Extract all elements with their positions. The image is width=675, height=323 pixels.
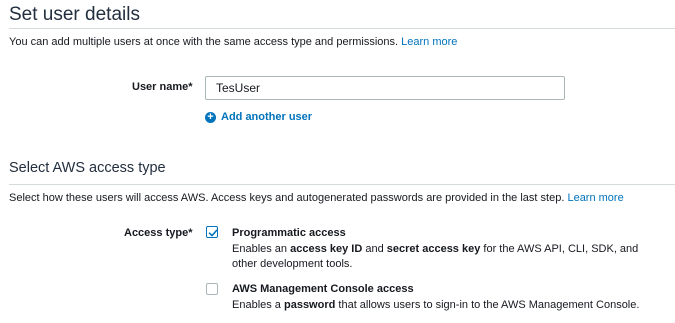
learn-more-link[interactable]: Learn more <box>567 192 623 204</box>
desc-text: that allows users to sign-in to the AWS … <box>335 299 640 311</box>
user-details-description: You can add multiple users at once with … <box>9 36 457 48</box>
desc-text: Enables a <box>232 299 284 311</box>
plus-circle-icon: + <box>205 111 216 123</box>
access-type-label: Access type* <box>124 227 193 239</box>
programmatic-access-title: Programmatic access <box>232 227 346 239</box>
add-another-user-label: Add another user <box>221 111 313 123</box>
section-title-access-type: Select AWS access type <box>9 160 166 176</box>
learn-more-link[interactable]: Learn more <box>401 36 457 48</box>
divider <box>9 184 675 185</box>
add-another-user-button[interactable]: + Add another user <box>205 111 312 123</box>
console-access-title: AWS Management Console access <box>232 283 414 295</box>
section-title-user-details: Set user details <box>9 4 140 25</box>
desc-text: Enables an <box>232 243 291 255</box>
divider <box>9 28 675 29</box>
desc-text: and <box>362 243 387 255</box>
desc-bold: access key ID <box>290 243 363 255</box>
desc-bold: secret access key <box>386 243 481 255</box>
console-access-checkbox[interactable] <box>206 283 218 295</box>
desc-bold: password <box>283 299 336 311</box>
user-name-input[interactable] <box>205 76 565 100</box>
checkmark-icon <box>208 229 218 237</box>
programmatic-access-checkbox[interactable] <box>206 226 218 238</box>
access-type-description: Select how these users will access AWS. … <box>9 192 624 204</box>
access-type-description-text: Select how these users will access AWS. … <box>9 192 565 204</box>
programmatic-access-description: Enables an access key ID and secret acce… <box>232 242 662 272</box>
user-name-label: User name* <box>132 81 193 93</box>
console-access-description: Enables a password that allows users to … <box>232 298 662 313</box>
user-details-description-text: You can add multiple users at once with … <box>9 36 399 48</box>
